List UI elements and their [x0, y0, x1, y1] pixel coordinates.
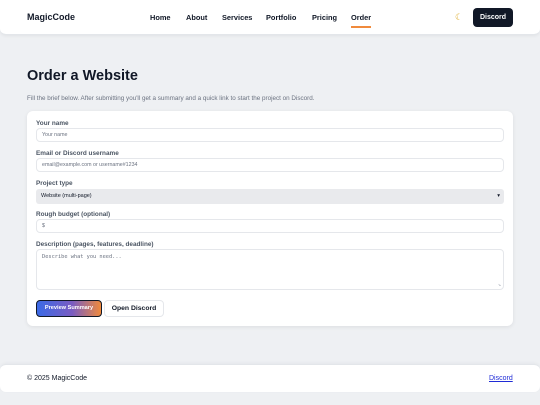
nav-pricing[interactable]: Pricing: [312, 13, 337, 22]
intro-text: Fill the brief below. After submitting y…: [27, 95, 315, 102]
nav-order[interactable]: Order: [351, 13, 372, 28]
moon-icon[interactable]: ☾: [455, 12, 463, 23]
description-textarea[interactable]: Describe what you need... ↘: [36, 249, 504, 290]
preview-summary-button[interactable]: Preview Summary: [36, 300, 102, 317]
nav-about[interactable]: About: [186, 13, 207, 22]
name-label: Your name: [36, 120, 69, 127]
project-type-label: Project type: [36, 180, 73, 187]
project-type-value: Website (multi-page): [41, 193, 92, 199]
contact-label: Email or Discord username: [36, 150, 119, 157]
nav-home[interactable]: Home: [150, 13, 171, 22]
footer-discord-link[interactable]: Discord: [489, 375, 513, 382]
site-header: MagicCode Home About Services Portfolio …: [0, 0, 540, 35]
discord-header-button[interactable]: Discord: [473, 8, 513, 27]
budget-label: Rough budget (optional): [36, 211, 111, 218]
project-type-select[interactable]: Website (multi-page) ▾: [36, 189, 504, 204]
name-input[interactable]: Your name: [36, 128, 504, 142]
nav-services[interactable]: Services: [222, 13, 252, 22]
open-discord-button[interactable]: Open Discord: [104, 300, 164, 317]
chevron-down-icon: ▾: [497, 193, 500, 199]
copyright-text: © 2025 MagicCode: [27, 375, 88, 382]
nav-portfolio[interactable]: Portfolio: [266, 13, 296, 22]
page-title: Order a Website: [27, 68, 138, 84]
site-footer: © 2025 MagicCode Discord: [0, 364, 540, 392]
description-label: Description (pages, features, deadline): [36, 241, 154, 248]
resize-handle-icon[interactable]: ↘: [498, 282, 501, 288]
description-placeholder: Describe what you need...: [42, 254, 122, 260]
contact-input[interactable]: email@example.com or username#1234: [36, 158, 504, 172]
budget-input[interactable]: $: [36, 219, 504, 233]
